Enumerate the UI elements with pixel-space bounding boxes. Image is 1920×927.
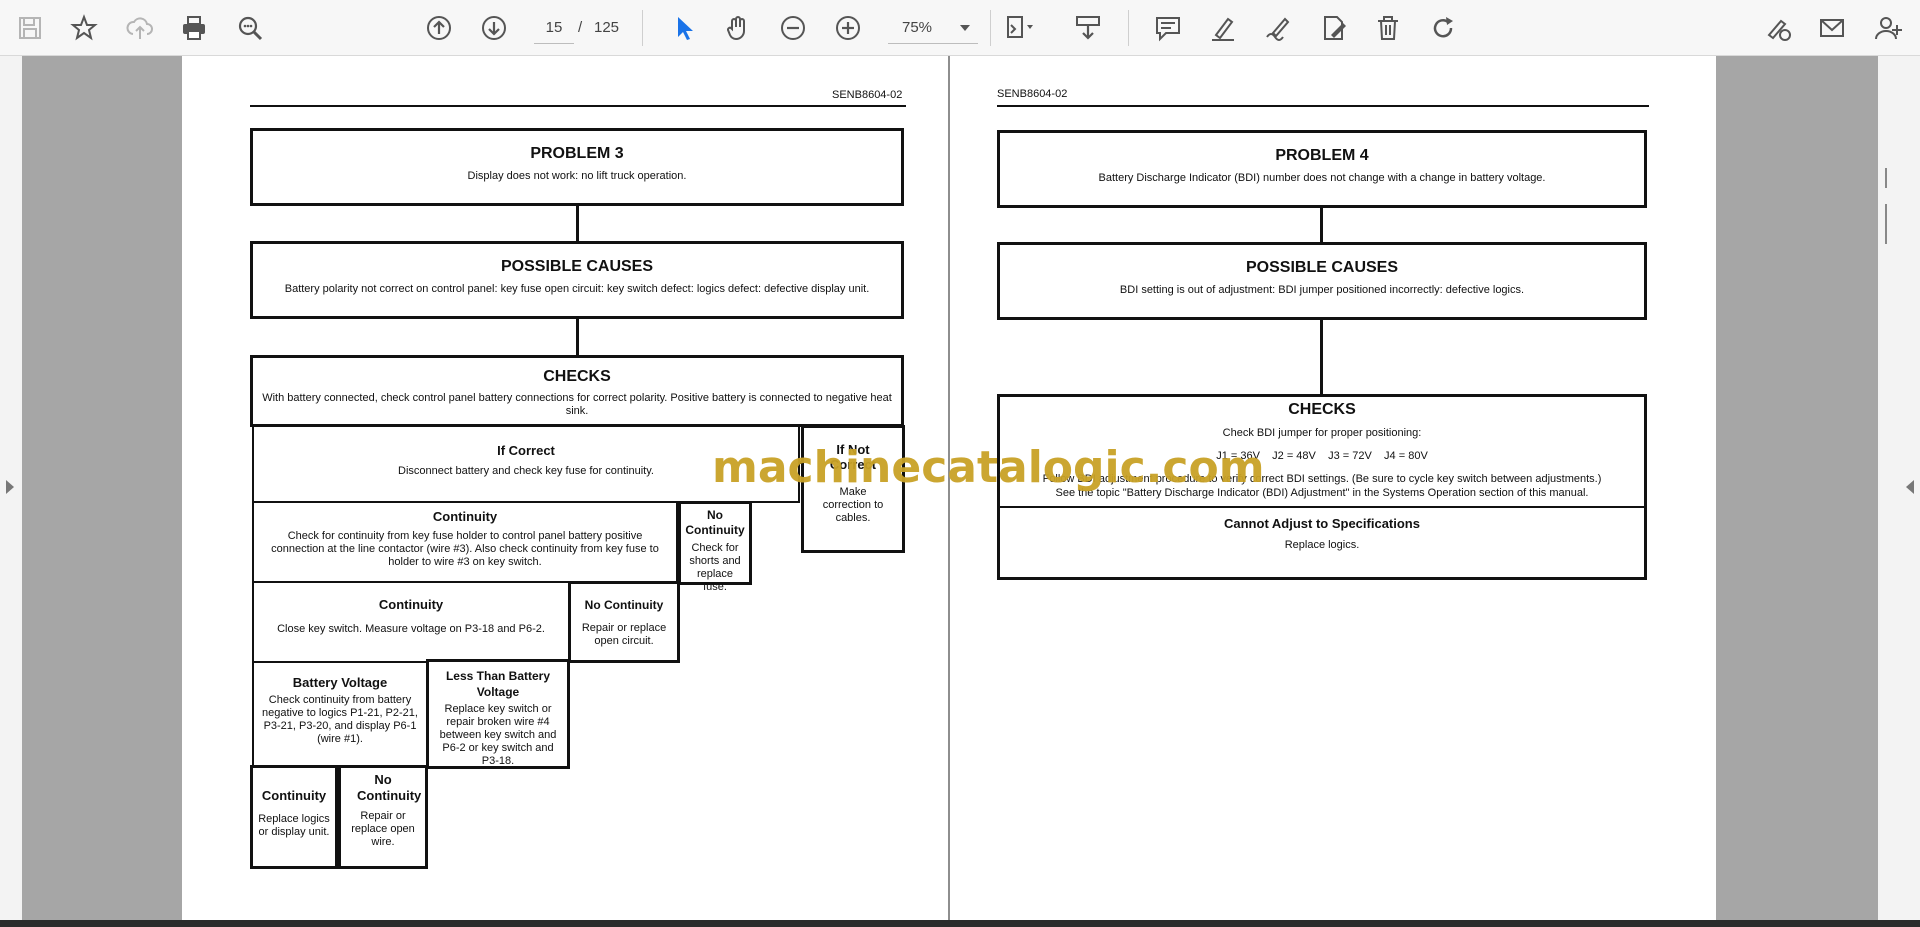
less-than-text: Replace key switch or repair broken wire…: [439, 703, 557, 767]
add-user-icon[interactable]: [1870, 10, 1906, 46]
scrollbar-thumb-secondary[interactable]: [1885, 204, 1887, 244]
problem-text: Display does not work: no lift truck ope…: [467, 170, 687, 182]
fit-page-icon[interactable]: [1000, 10, 1036, 46]
select-pointer-icon[interactable]: [666, 10, 702, 46]
expand-right-panel-icon[interactable]: [1906, 480, 1914, 494]
cannot-adjust-title: Cannot Adjust to Specifications: [1224, 516, 1420, 531]
no-continuity-box-3: No Continuity Repair or replace open wir…: [338, 765, 428, 869]
chevron-down-icon: [960, 25, 970, 31]
zoom-out-icon[interactable]: [775, 10, 811, 46]
continuity-3-text: Replace logics or display unit.: [258, 813, 330, 838]
no-continuity-1-text: Check for shorts and replace fuse.: [689, 542, 741, 593]
toolbar: / 125 75%: [0, 0, 1920, 56]
upload-cloud-icon[interactable]: [122, 10, 158, 46]
problem-box: PROBLEM 4 Battery Discharge Indicator (B…: [997, 130, 1647, 208]
battery-voltage-text: Check continuity from battery negative t…: [262, 694, 418, 745]
toolbar-divider: [642, 10, 643, 46]
continuity-1-text: Check for continuity from key fuse holde…: [271, 530, 659, 568]
flow-connector: [1320, 208, 1323, 242]
checks-title: CHECKS: [543, 368, 611, 385]
no-continuity-box-2: No Continuity Repair or replace open cir…: [568, 581, 680, 663]
battery-voltage-box: Battery Voltage Check continuity from ba…: [252, 661, 428, 767]
checks-box: CHECKS With battery connected, check con…: [250, 355, 904, 427]
continuity-box-3: Continuity Replace logics or display uni…: [250, 765, 338, 869]
continuity-3-title: Continuity: [261, 788, 327, 803]
page-up-icon[interactable]: [421, 10, 457, 46]
page-total: 125: [594, 19, 620, 36]
toolbar-divider: [990, 10, 991, 46]
problem-title: PROBLEM 3: [530, 145, 624, 162]
scrollbar-thumb[interactable]: [1885, 168, 1887, 188]
draw-icon[interactable]: [1260, 10, 1296, 46]
doc-code: SENB8604-02: [997, 88, 1068, 100]
causes-text: Battery polarity not correct on control …: [284, 283, 870, 295]
taskbar-edge: [0, 920, 1920, 927]
page-scroll-icon[interactable]: [1070, 10, 1106, 46]
zoom-in-icon[interactable]: [830, 10, 866, 46]
cannot-adjust-text: Replace logics.: [1284, 539, 1360, 551]
no-continuity-1-title: No Continuity: [685, 508, 745, 537]
causes-box: POSSIBLE CAUSES BDI setting is out of ad…: [997, 242, 1647, 320]
edit-sign-icon[interactable]: [1316, 10, 1352, 46]
watermark: machinecatalogic.com: [712, 442, 1265, 493]
less-than-title: Less Than Battery Voltage: [445, 669, 551, 699]
no-continuity-3-title: No Continuity: [357, 772, 422, 803]
save-icon[interactable]: [12, 10, 48, 46]
page-down-icon[interactable]: [476, 10, 512, 46]
problem-text: Battery Discharge Indicator (BDI) number…: [1098, 172, 1546, 184]
continuity-2-title: Continuity: [378, 597, 444, 612]
bookmark-star-icon[interactable]: [66, 10, 102, 46]
battery-voltage-title: Battery Voltage: [292, 675, 388, 690]
causes-title: POSSIBLE CAUSES: [500, 258, 654, 275]
box-divider: [1000, 506, 1644, 508]
delete-icon[interactable]: [1370, 10, 1406, 46]
problem-title: PROBLEM 4: [1275, 147, 1369, 164]
highlight-pen-icon[interactable]: [1205, 10, 1241, 46]
no-continuity-2-title: No Continuity: [584, 598, 664, 612]
no-continuity-2-text: Repair or replace open circuit.: [581, 622, 667, 647]
comment-icon[interactable]: [1150, 10, 1186, 46]
page-number-input[interactable]: [534, 12, 574, 44]
less-than-box: Less Than Battery Voltage Replace key sw…: [426, 659, 570, 769]
zoom-value: 75%: [902, 19, 933, 36]
no-continuity-box-1: No Continuity Check for shorts and repla…: [678, 501, 752, 593]
toolbar-divider: [1128, 10, 1129, 46]
causes-box: POSSIBLE CAUSES Battery polarity not cor…: [250, 241, 904, 319]
document-viewer[interactable]: SENB8604-02 PROBLEM 3 Display does not w…: [0, 56, 1920, 920]
zoom-select[interactable]: 75%: [888, 12, 978, 44]
page-separator: /: [578, 19, 583, 36]
expand-left-panel-icon[interactable]: [6, 480, 14, 494]
problem-box: PROBLEM 3 Display does not work: no lift…: [250, 128, 904, 206]
fill-sign-icon[interactable]: [1760, 10, 1796, 46]
checks-text: With battery connected, check control pa…: [262, 392, 892, 417]
email-icon[interactable]: [1814, 10, 1850, 46]
header-rule: [997, 105, 1649, 107]
rotate-icon[interactable]: [1425, 10, 1461, 46]
causes-text: BDI setting is out of adjustment: BDI ju…: [1119, 284, 1525, 296]
doc-code: SENB8604-02: [832, 89, 903, 101]
print-icon[interactable]: [176, 10, 212, 46]
checks-line-1: Check BDI jumper for proper positioning:: [1222, 427, 1422, 439]
find-zoom-icon[interactable]: [232, 10, 268, 46]
continuity-box-1: Continuity Check for continuity from key…: [252, 501, 678, 583]
flow-connector: [576, 319, 579, 355]
continuity-2-text: Close key switch. Measure voltage on P3-…: [277, 623, 545, 635]
no-continuity-3-text: Repair or replace open wire.: [351, 810, 415, 848]
flow-connector: [576, 206, 579, 241]
checks-title: CHECKS: [1288, 401, 1356, 418]
hand-pan-icon[interactable]: [720, 10, 756, 46]
continuity-1-title: Continuity: [432, 509, 498, 524]
causes-title: POSSIBLE CAUSES: [1245, 259, 1399, 276]
continuity-box-2: Continuity Close key switch. Measure vol…: [252, 581, 570, 663]
flow-connector: [1320, 320, 1323, 394]
cannot-adjust-section: Cannot Adjust to Specifications Replace …: [997, 516, 1647, 551]
header-rule: [250, 105, 906, 107]
